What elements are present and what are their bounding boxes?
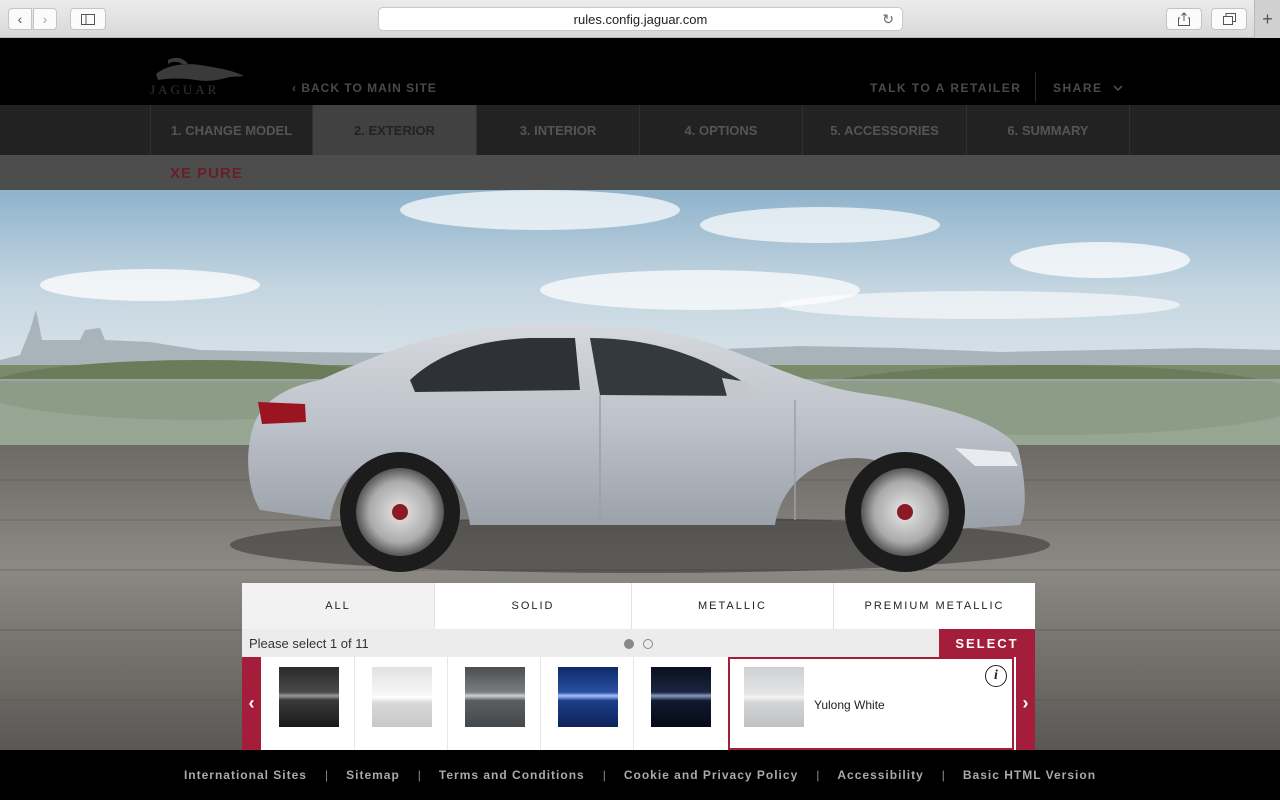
filter-solid[interactable]: SOLID <box>435 583 632 629</box>
tabs-button[interactable] <box>1211 8 1247 30</box>
footer-separator: | <box>816 768 820 782</box>
step-interior[interactable]: 3. INTERIOR <box>477 105 640 155</box>
selected-swatch-name: Yulong White <box>814 698 885 712</box>
chevron-left-icon: ‹ <box>248 693 255 713</box>
swatch-yulong-white <box>744 667 804 727</box>
step-change-model[interactable]: 1. CHANGE MODEL <box>150 105 313 155</box>
swatch-dark-blue <box>651 667 711 727</box>
filter-metallic[interactable]: METALLIC <box>632 583 834 629</box>
step-summary[interactable]: 6. SUMMARY <box>967 105 1130 155</box>
logo-wordmark: JAGUAR <box>150 82 220 97</box>
swatch-grey <box>465 667 525 727</box>
footer-separator: | <box>324 768 329 782</box>
forward-button[interactable]: › <box>33 8 57 30</box>
pagination-dots <box>624 639 653 649</box>
model-name: XE PURE <box>170 165 243 182</box>
page-dot-2[interactable] <box>643 639 653 649</box>
site-footer: International Sites | Sitemap | Terms an… <box>0 750 1280 800</box>
url-text: rules.config.jaguar.com <box>573 11 708 27</box>
paint-filter-tabs: ALL SOLID METALLIC PREMIUM METALLIC <box>242 583 1035 629</box>
swatch-option[interactable] <box>262 657 355 750</box>
footer-link-international-sites[interactable]: International Sites <box>184 768 307 782</box>
model-bar: XE PURE <box>0 155 1280 190</box>
site-header: JAGUAR ‹ BACK TO MAIN SITE TALK TO A RET… <box>0 38 1280 105</box>
footer-separator: | <box>602 768 606 782</box>
chevron-left-icon: ‹ <box>17 11 23 27</box>
header-divider <box>1035 72 1036 102</box>
footer-link-basic-html[interactable]: Basic HTML Version <box>963 768 1096 782</box>
new-tab-button[interactable]: + <box>1254 0 1280 38</box>
chevron-down-icon <box>1113 85 1123 92</box>
sidebar-icon <box>81 13 95 25</box>
step-accessories[interactable]: 5. ACCESSORIES <box>803 105 967 155</box>
swatch-option[interactable] <box>448 657 541 750</box>
filter-all[interactable]: ALL <box>242 583 435 629</box>
info-icon[interactable]: i <box>985 665 1007 687</box>
address-bar[interactable]: rules.config.jaguar.com ↻ <box>378 7 903 31</box>
footer-link-sitemap[interactable]: Sitemap <box>346 768 400 782</box>
swatch-option[interactable] <box>634 657 727 750</box>
talk-to-retailer-link[interactable]: TALK TO A RETAILER <box>870 81 1021 95</box>
paint-info-row: Please select 1 of 11 SELECT <box>242 629 1035 657</box>
share-icon <box>1178 12 1190 26</box>
next-swatches-button[interactable]: › <box>1016 657 1035 750</box>
swatch-option[interactable] <box>355 657 448 750</box>
swatch-option[interactable] <box>541 657 634 750</box>
step-exterior[interactable]: 2. EXTERIOR <box>313 105 477 155</box>
chevron-right-icon: › <box>1022 693 1029 713</box>
share-button[interactable] <box>1166 8 1202 30</box>
page-dot-1[interactable] <box>624 639 634 649</box>
swatch-black <box>279 667 339 727</box>
back-button[interactable]: ‹ <box>8 8 32 30</box>
prev-swatches-button[interactable]: ‹ <box>242 657 261 750</box>
filter-premium-metallic[interactable]: PREMIUM METALLIC <box>834 583 1035 629</box>
reload-icon[interactable]: ↻ <box>882 11 894 28</box>
footer-link-cookie-privacy[interactable]: Cookie and Privacy Policy <box>624 768 798 782</box>
chevron-left-icon: ‹ <box>292 81 302 95</box>
browser-toolbar: ‹ › rules.config.jaguar.com ↻ + <box>0 0 1280 38</box>
swatch-blue <box>558 667 618 727</box>
share-menu[interactable]: SHARE <box>1053 81 1123 95</box>
swatch-selected[interactable]: Yulong White i <box>728 657 1014 750</box>
swatch-white <box>372 667 432 727</box>
configurator-steps: 1. CHANGE MODEL 2. EXTERIOR 3. INTERIOR … <box>0 105 1280 155</box>
tabs-icon <box>1222 13 1236 25</box>
footer-link-accessibility[interactable]: Accessibility <box>837 768 923 782</box>
chevron-right-icon: › <box>42 11 48 27</box>
sidebar-button[interactable] <box>70 8 106 30</box>
footer-separator: | <box>941 768 945 782</box>
paint-swatch-carousel: ‹ Yulong White i › <box>242 657 1035 750</box>
footer-link-terms[interactable]: Terms and Conditions <box>439 768 585 782</box>
select-prompt: Please select 1 of 11 <box>249 636 369 651</box>
step-options[interactable]: 4. OPTIONS <box>640 105 803 155</box>
footer-separator: | <box>417 768 421 782</box>
plus-icon: + <box>1262 8 1273 29</box>
select-button[interactable]: SELECT <box>939 629 1035 657</box>
back-to-main-site-link[interactable]: ‹ BACK TO MAIN SITE <box>292 81 437 95</box>
